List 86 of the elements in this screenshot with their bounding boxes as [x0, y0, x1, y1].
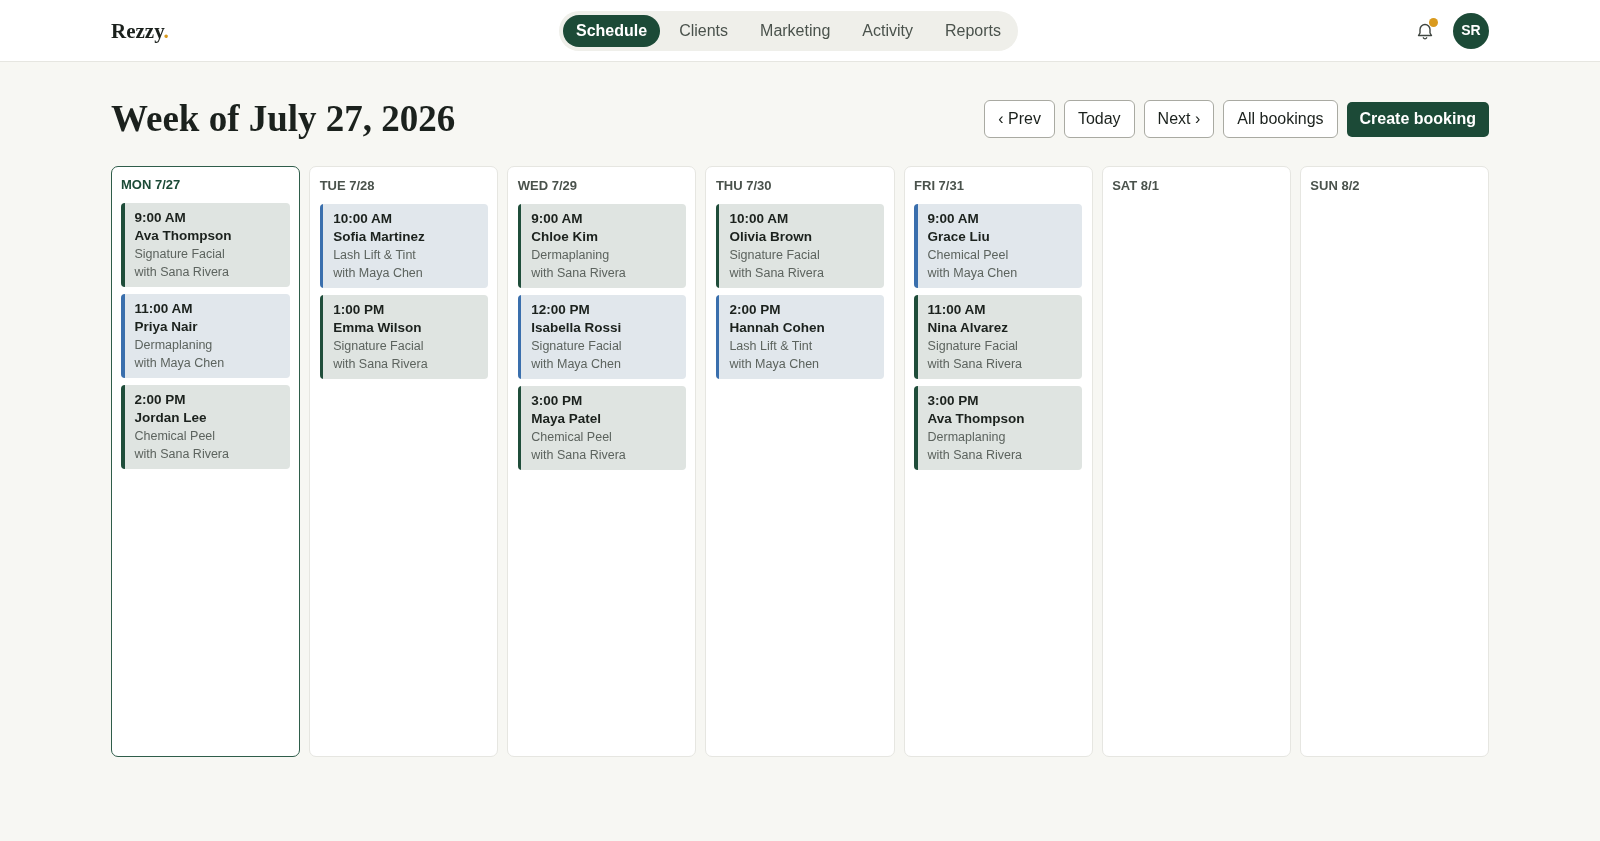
client-name: Olivia Brown — [729, 227, 813, 246]
day-heading: MON 7/27 — [121, 176, 182, 194]
client-name: Nina Alvarez — [927, 318, 1010, 337]
staff-name: with Sana Rivera — [134, 264, 230, 281]
toolbar-button[interactable]: ‹ Prev — [984, 100, 1055, 138]
toolbar-button[interactable]: All bookings — [1223, 100, 1338, 138]
service-name: Dermaplaning — [927, 428, 1007, 446]
client-name: Ava Thompson — [927, 409, 1025, 428]
service-name: Dermaplaning — [531, 246, 611, 264]
staff-name: with Maya Chen — [927, 264, 1018, 282]
toolbar-button[interactable]: Next › — [1143, 100, 1215, 138]
nav-tab[interactable]: Marketing — [747, 14, 844, 47]
staff-name: with Sana Rivera — [134, 446, 229, 463]
service-name: Chemical Peel — [134, 428, 217, 445]
client-name: Grace Liu — [927, 227, 991, 246]
booking-card[interactable]: 11:00 AM Nina Alvarez Signature Facial with Sana Rivera — [914, 294, 1083, 379]
booking-card[interactable]: 10:00 AM Sofia Martinez Lash Lift & Tint with Maya Chen — [319, 203, 488, 288]
booking-card[interactable]: 10:00 AM Olivia Brown Signature Facial with Sana Rivera — [715, 203, 885, 288]
client-name: Hannah Cohen — [729, 318, 825, 337]
booking-card[interactable]: 11:00 AM Priya Nair Dermaplaning with Maya Chen — [121, 294, 291, 378]
booking-card[interactable]: 1:00 PM Emma Wilson Signature Facial with Sana Rivera — [319, 294, 488, 379]
staff-name: with Maya Chen — [531, 355, 622, 373]
service-name: Signature Facial — [927, 337, 1019, 355]
client-name: Isabella Rossi — [531, 318, 622, 337]
booking-time: 11:00 AM — [927, 300, 987, 319]
staff-name: with Sana Rivera — [729, 264, 824, 282]
day-heading: TUE 7/28 — [319, 176, 376, 195]
booking-time: 2:00 PM — [134, 391, 187, 409]
booking-card[interactable]: 3:00 PM Ava Thompson Dermaplaning with Sana Rivera — [914, 385, 1083, 470]
client-name: Emma Wilson — [333, 318, 423, 337]
client-name: Chloe Kim — [531, 227, 600, 246]
service-name: Chemical Peel — [531, 428, 613, 446]
booking-time: 3:00 PM — [927, 391, 980, 410]
service-name: Lash Lift & Tint — [729, 337, 814, 355]
client-name: Ava Thompson — [134, 227, 232, 245]
staff-name: with Sana Rivera — [927, 355, 1023, 373]
booking-card[interactable]: 9:00 AM Ava Thompson Signature Facial with Sana Rivera — [121, 203, 291, 287]
create-button[interactable]: Create booking — [1346, 101, 1489, 137]
staff-name: with Sana Rivera — [927, 446, 1024, 464]
staff-name: with Maya Chen — [134, 355, 225, 372]
service-name: Signature Facial — [333, 337, 425, 355]
service-name: Signature Facial — [531, 337, 622, 355]
staff-name: with Sana Rivera — [333, 355, 428, 373]
booking-time: 9:00 AM — [531, 209, 584, 228]
user-avatar[interactable]: SR — [1453, 12, 1489, 49]
client-name: Maya Patel — [531, 409, 603, 428]
client-name: Jordan Lee — [134, 409, 208, 427]
booking-time: 9:00 AM — [927, 209, 980, 228]
booking-time: 1:00 PM — [333, 300, 386, 319]
client-name: Sofia Martinez — [333, 227, 425, 246]
day-heading: SAT 8/1 — [1112, 176, 1160, 195]
nav-tab[interactable]: Clients — [666, 14, 742, 47]
booking-time: 3:00 PM — [531, 391, 584, 410]
booking-card[interactable]: 9:00 AM Chloe Kim Dermaplaning with Sana Rivera — [517, 203, 686, 288]
booking-card[interactable]: 12:00 PM Isabella Rossi Signature Facial with Maya Chen — [517, 294, 686, 379]
service-name: Chemical Peel — [927, 246, 1010, 264]
day-heading: WED 7/29 — [517, 176, 579, 195]
service-name: Signature Facial — [134, 246, 226, 263]
toolbar-button[interactable]: Today — [1063, 100, 1135, 138]
day-heading: FRI 7/31 — [914, 176, 965, 195]
service-name: Lash Lift & Tint — [333, 246, 417, 264]
nav-tab[interactable]: Schedule — [563, 14, 661, 47]
staff-name: with Maya Chen — [333, 264, 424, 282]
staff-name: with Sana Rivera — [531, 446, 626, 464]
page-title: Week of July 27, 2026 — [111, 97, 456, 142]
nav-tab[interactable]: Activity — [849, 14, 926, 47]
booking-time: 9:00 AM — [134, 209, 187, 227]
staff-name: with Maya Chen — [729, 355, 821, 373]
staff-name: with Sana Rivera — [531, 264, 626, 282]
service-name: Signature Facial — [729, 246, 821, 264]
booking-card[interactable]: 3:00 PM Maya Patel Chemical Peel with Sana Rivera — [517, 385, 686, 470]
client-name: Priya Nair — [134, 318, 199, 336]
booking-card[interactable]: 2:00 PM Jordan Lee Chemical Peel with Sana Rivera — [121, 385, 291, 469]
nav-tab[interactable]: Reports — [931, 14, 1014, 47]
booking-time: 11:00 AM — [134, 300, 194, 318]
day-heading: SUN 8/2 — [1310, 176, 1361, 195]
booking-time: 10:00 AM — [333, 209, 393, 228]
service-name: Dermaplaning — [134, 337, 214, 354]
booking-time: 2:00 PM — [729, 300, 782, 319]
booking-card[interactable]: 2:00 PM Hannah Cohen Lash Lift & Tint with Maya Chen — [715, 294, 885, 379]
bell-icon[interactable] — [1417, 21, 1433, 40]
booking-time: 10:00 AM — [729, 209, 790, 228]
day-heading: THU 7/30 — [715, 176, 773, 195]
booking-time: 12:00 PM — [531, 300, 591, 319]
booking-card[interactable]: 9:00 AM Grace Liu Chemical Peel with Maya Chen — [914, 203, 1083, 288]
logo[interactable]: Rezzy. — [111, 19, 169, 44]
